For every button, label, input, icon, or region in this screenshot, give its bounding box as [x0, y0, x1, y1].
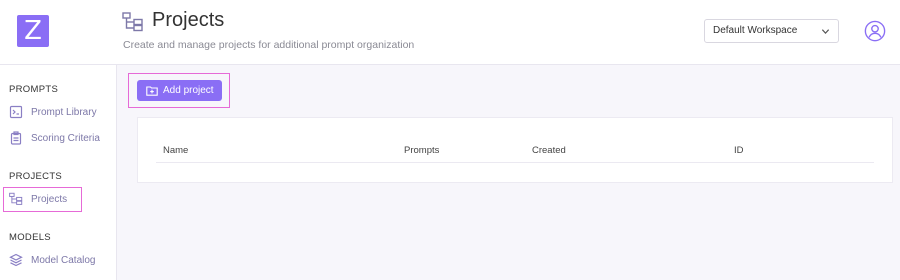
projects-table: Name Prompts Created ID [137, 117, 893, 183]
user-avatar-icon[interactable] [864, 20, 886, 42]
sidebar-item-projects[interactable]: Projects [9, 190, 67, 208]
projects-icon [122, 12, 143, 32]
sidebar-section-models: MODELS [9, 232, 51, 243]
sidebar-item-label: Model Catalog [31, 254, 96, 266]
sidebar-item-model-catalog[interactable]: Model Catalog [9, 251, 95, 269]
page-title: Projects [152, 9, 225, 31]
workspace-select[interactable]: Default Workspace [704, 19, 839, 43]
folder-plus-icon [146, 86, 158, 96]
table-header-divider [156, 162, 874, 163]
sidebar-item-label: Projects [31, 193, 68, 205]
sidebar-section-prompts: PROMPTS [9, 84, 59, 95]
clipboard-icon [10, 131, 22, 145]
prompt-library-icon [9, 105, 23, 119]
sidebar-item-scoring-criteria[interactable]: Scoring Criteria [9, 129, 100, 147]
add-project-label: Add project [163, 85, 214, 96]
sidebar-item-label: Prompt Library [31, 106, 97, 118]
sidebar-item-label: Scoring Criteria [31, 132, 100, 144]
top-header: Z Projects Create and manage projects fo… [0, 0, 900, 65]
add-project-button[interactable]: Add project [137, 80, 222, 101]
column-header-id[interactable]: ID [734, 145, 744, 156]
workspace-select-value: Default Workspace [713, 25, 798, 36]
sidebar-item-prompt-library[interactable]: Prompt Library [9, 103, 97, 121]
chevron-down-icon [821, 29, 830, 34]
projects-icon [9, 192, 23, 205]
app-logo[interactable]: Z [17, 15, 49, 47]
layers-icon [9, 253, 23, 267]
sidebar-section-projects: PROJECTS [9, 171, 63, 182]
sidebar: PROMPTS Prompt Library Scoring Criteria … [0, 65, 117, 280]
column-header-created[interactable]: Created [532, 145, 566, 156]
column-header-name[interactable]: Name [163, 145, 188, 156]
page-subtitle: Create and manage projects for additiona… [123, 39, 415, 51]
column-header-prompts[interactable]: Prompts [404, 145, 439, 156]
